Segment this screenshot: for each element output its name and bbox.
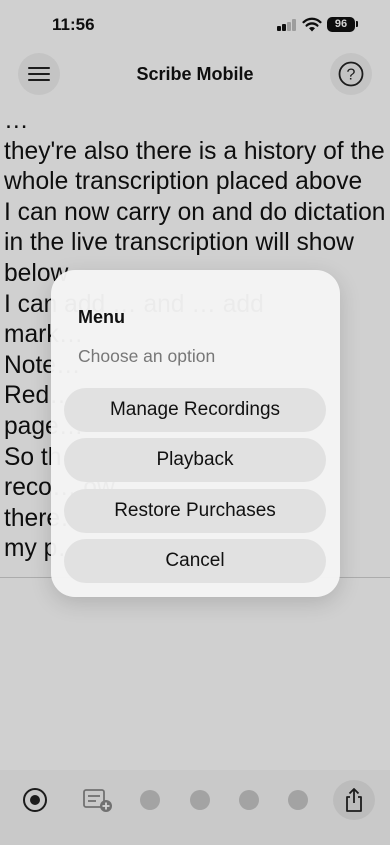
- dialog-subtitle: Choose an option: [78, 346, 216, 366]
- manage-recordings-button[interactable]: Manage Recordings: [64, 388, 326, 432]
- menu-dialog: Menu Choose an option Manage Recordings …: [51, 270, 340, 597]
- screen: 11:56 96 Scribe Mobile ? … they're also …: [0, 0, 390, 845]
- playback-button[interactable]: Playback: [64, 438, 326, 482]
- dialog-title: Menu: [78, 307, 125, 327]
- cancel-button[interactable]: Cancel: [64, 539, 326, 583]
- restore-purchases-button[interactable]: Restore Purchases: [64, 489, 326, 533]
